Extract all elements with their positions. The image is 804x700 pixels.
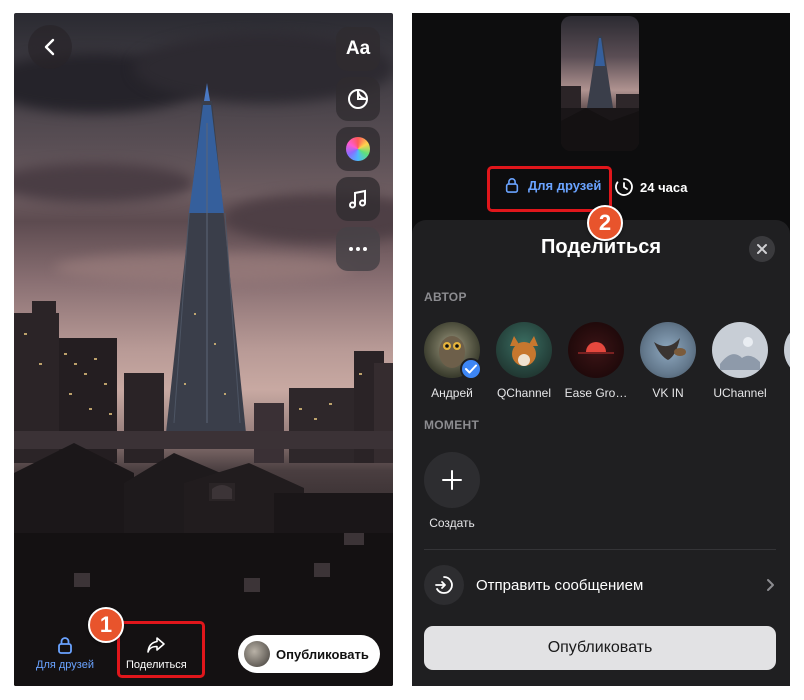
music-note-icon	[349, 189, 366, 209]
author-name: Ease Gro…	[564, 386, 628, 400]
avatar	[424, 322, 482, 380]
text-tool-button[interactable]: Aa	[336, 27, 380, 71]
publish-button[interactable]: Опубликовать	[424, 626, 776, 670]
story-preview-image	[561, 36, 639, 151]
music-tool-button[interactable]	[336, 177, 380, 221]
author-name: QChannel	[496, 386, 552, 400]
send-message-row[interactable]: Отправить сообщением	[424, 565, 776, 605]
author-list: Андрей QChannel Ease Gro… VK IN UChannel	[412, 322, 790, 402]
author-name: UChannel	[713, 386, 767, 400]
create-moment-button[interactable]: Создать	[424, 452, 480, 530]
privacy-button[interactable]: Для друзей	[36, 636, 94, 671]
lock-icon	[58, 637, 72, 654]
sunset-image	[578, 342, 614, 354]
forward-bubble-icon	[435, 576, 453, 594]
color-tool-button[interactable]	[336, 127, 380, 171]
back-button[interactable]	[28, 25, 72, 69]
avatar	[568, 322, 624, 378]
clock-icon	[615, 178, 633, 196]
author-item[interactable]: VK IN	[633, 322, 703, 400]
publish-label: Опубликовать	[276, 646, 369, 662]
close-icon	[757, 244, 767, 254]
publish-button[interactable]: Опубликовать	[238, 635, 380, 673]
highlight-share-button	[117, 621, 205, 678]
share-sheet: Поделиться АВТОР Андрей QChannel Ease Gr…	[412, 220, 790, 686]
plus-button	[424, 452, 480, 508]
sticker-icon	[348, 89, 368, 109]
create-label: Создать	[429, 516, 475, 530]
selected-check	[460, 358, 482, 380]
divider	[424, 549, 776, 550]
placeholder-avatar-icon	[720, 337, 760, 370]
bird-image	[654, 338, 686, 360]
avatar	[712, 322, 768, 378]
color-wheel-icon	[346, 137, 370, 161]
author-item[interactable]: Андрей	[417, 322, 487, 400]
author-name: Андрей	[431, 386, 473, 400]
avatar	[496, 322, 552, 378]
share-settings-screen: Для друзей 24 часа Поделиться АВТОР Андр…	[412, 13, 790, 686]
send-message-label: Отправить сообщением	[476, 576, 644, 594]
plus-icon	[442, 470, 462, 490]
author-item-partial[interactable]	[784, 322, 790, 378]
author-section-label: АВТОР	[424, 290, 467, 304]
step-badge-2: 2	[587, 205, 623, 241]
check-icon	[465, 364, 477, 374]
author-item[interactable]: Ease Gro…	[561, 322, 631, 400]
highlight-privacy-selector	[487, 166, 612, 212]
author-item[interactable]: QChannel	[489, 322, 559, 400]
step-badge-1: 1	[88, 607, 124, 643]
chevron-right-icon	[767, 579, 774, 591]
fox-image	[510, 336, 538, 366]
chevron-left-icon	[44, 38, 55, 56]
more-dots-icon	[349, 247, 367, 251]
duration-label: 24 часа	[640, 179, 688, 195]
avatar	[244, 641, 270, 667]
privacy-label: Для друзей	[36, 659, 94, 671]
story-editor-screen: Aa Для друзей Поделиться Опубликовать	[14, 13, 393, 686]
author-name: VK IN	[652, 386, 684, 400]
duration-selector[interactable]: 24 часа	[614, 177, 687, 197]
more-tools-button[interactable]	[336, 227, 380, 271]
sticker-tool-button[interactable]	[336, 77, 380, 121]
author-item[interactable]: UChannel	[705, 322, 775, 400]
text-tool-label: Aa	[345, 38, 371, 59]
close-button[interactable]	[749, 236, 775, 262]
story-thumbnail[interactable]	[561, 16, 639, 151]
send-message-icon	[424, 565, 464, 605]
moment-section-label: МОМЕНТ	[424, 418, 480, 432]
avatar	[640, 322, 696, 378]
